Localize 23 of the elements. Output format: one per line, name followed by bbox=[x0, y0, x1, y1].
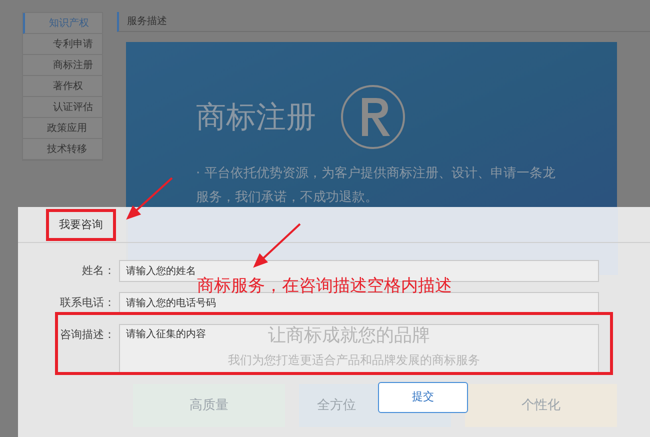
sidebar-item[interactable]: 知识产权 bbox=[23, 13, 102, 34]
sidebar-item[interactable]: 认证评估 bbox=[23, 97, 102, 118]
section-header: 服务描述 bbox=[117, 12, 650, 32]
field-label: 姓名： bbox=[81, 263, 115, 279]
arrow bbox=[253, 222, 302, 268]
feature-card: 个性化 bbox=[465, 384, 617, 427]
banner-text: · 平台依托优势资源，为客户提供商标注册、设计、申请一条龙服务，我们承诺，不成功退款。 bbox=[196, 165, 556, 207]
sidebar-item[interactable]: 专利申请 bbox=[23, 34, 102, 55]
registered-mark-icon bbox=[340, 84, 406, 150]
field-label: 联系电话： bbox=[59, 295, 115, 311]
field-label: 咨询描述： bbox=[59, 327, 115, 343]
sidebar-item[interactable]: 技术转移 bbox=[23, 139, 102, 160]
slogan: 让商标成就您的品牌 bbox=[268, 324, 430, 348]
input-field[interactable]: 请输入您的电话号码 bbox=[119, 292, 599, 314]
sidebar-item[interactable]: 著作权 bbox=[23, 76, 102, 97]
arrow bbox=[126, 176, 174, 220]
dialog-title: 我要咨询 bbox=[46, 208, 116, 241]
sidebar-item[interactable]: 政策应用 bbox=[23, 118, 102, 139]
subtitle: 我们为您打造更适合产品和品牌发展的商标服务 bbox=[228, 352, 480, 369]
submit-button[interactable]: 提交 bbox=[378, 382, 468, 413]
banner-title: 商标注册 bbox=[196, 98, 316, 136]
feature-card: 高质量 bbox=[133, 384, 285, 427]
sidebar-item[interactable]: 商标注册 bbox=[23, 55, 102, 76]
